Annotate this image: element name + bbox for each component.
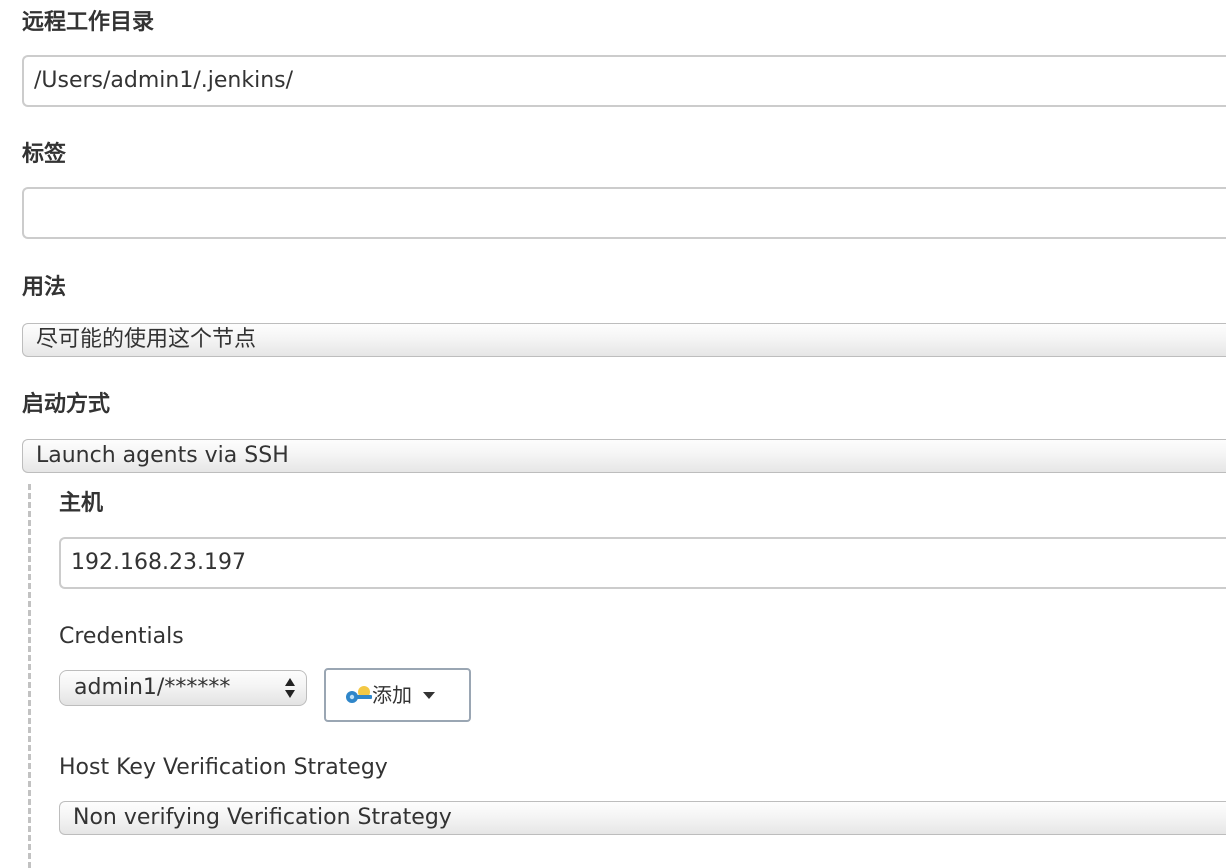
remote-dir-input[interactable]: /Users/admin1/.jenkins/ [22, 55, 1226, 107]
labels-label: 标签 [22, 142, 67, 167]
labels-input[interactable] [22, 187, 1226, 239]
up-down-arrows-icon [285, 678, 295, 698]
node-config-form: 远程工作目录 /Users/admin1/.jenkins/ 标签 用法 尽可能… [0, 0, 1226, 868]
add-button-label: 添加 [372, 683, 412, 707]
host-key-strategy-label: Host Key Verification Strategy [59, 755, 388, 780]
usage-label: 用法 [22, 275, 67, 300]
caret-down-icon [423, 692, 435, 699]
remote-dir-label: 远程工作目录 [22, 10, 155, 35]
credentials-select[interactable]: admin1/****** [59, 670, 307, 706]
launch-method-label: 启动方式 [22, 392, 111, 417]
host-label: 主机 [59, 491, 104, 516]
launch-method-select[interactable]: Launch agents via SSH [22, 439, 1226, 473]
host-input[interactable]: 192.168.23.197 [59, 537, 1226, 589]
host-key-strategy-select[interactable]: Non verifying Verification Strategy [59, 801, 1226, 835]
add-credentials-button[interactable]: 添加 [324, 668, 471, 722]
credentials-selected-value: admin1/****** [74, 675, 231, 700]
usage-select[interactable]: 尽可能的使用这个节点 [22, 323, 1226, 357]
key-icon [346, 686, 372, 703]
nested-section-indicator [28, 484, 31, 868]
credentials-label: Credentials [59, 624, 184, 649]
